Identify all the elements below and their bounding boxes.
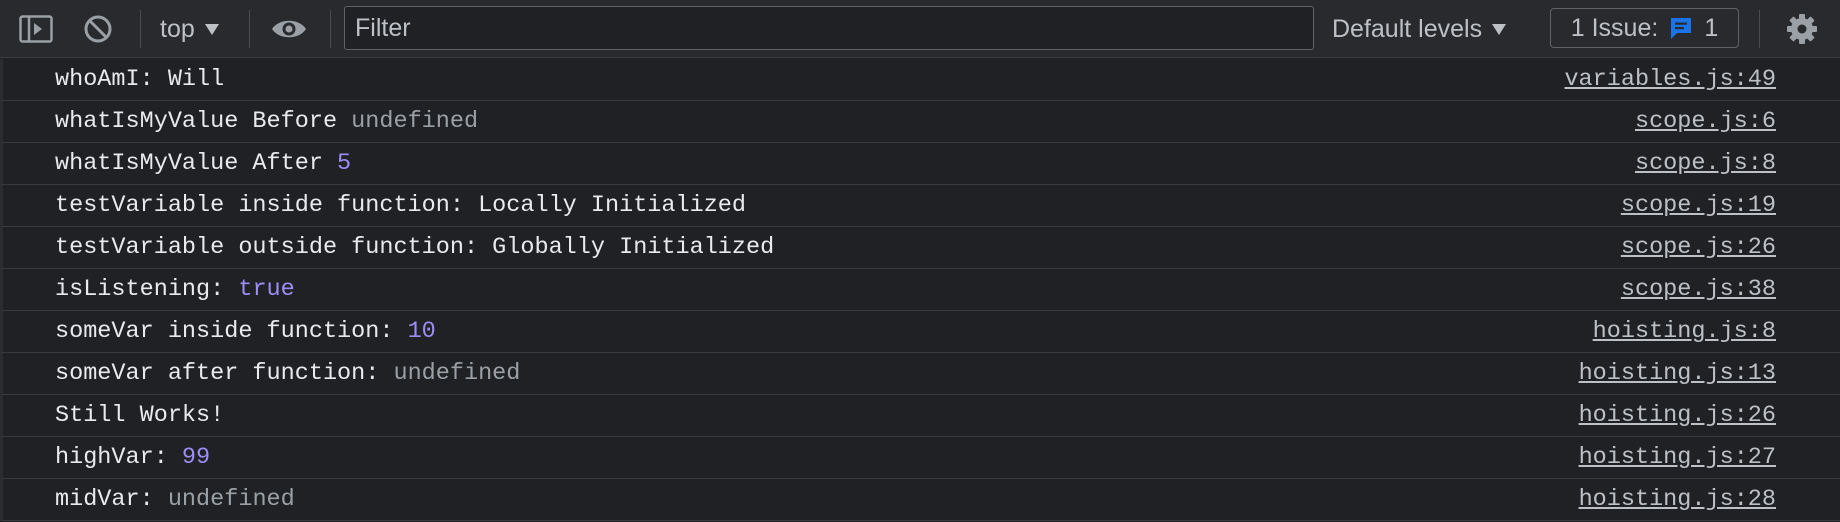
chevron-down-icon: [204, 23, 219, 35]
console-message: highVar: 99 hoisting.js:27: [0, 437, 1840, 479]
source-link[interactable]: scope.js:26: [1621, 234, 1776, 261]
message-icon: [1668, 15, 1694, 41]
log-levels-label: Default levels: [1332, 14, 1483, 43]
eye-icon[interactable]: [270, 14, 308, 44]
source-link[interactable]: scope.js:8: [1635, 150, 1776, 177]
source-link[interactable]: scope.js:6: [1635, 108, 1776, 135]
source-link[interactable]: hoisting.js:8: [1593, 318, 1776, 345]
issues-label: 1 Issue:: [1570, 13, 1659, 42]
console-message: someVar inside function: 10 hoisting.js:…: [0, 311, 1840, 353]
console-message-text: testVariable outside function: Globally …: [55, 234, 775, 261]
console-message: isListening: true scope.js:38: [0, 269, 1840, 311]
console-message: someVar after function: undefined hoisti…: [0, 353, 1840, 395]
console-message: whoAmI: Will variables.js:49: [0, 59, 1840, 101]
toolbar-divider: [1759, 10, 1760, 48]
toolbar-divider: [249, 10, 250, 48]
issues-button[interactable]: 1 Issue: 1: [1550, 8, 1739, 48]
console-message: testVariable inside function: Locally In…: [0, 185, 1840, 227]
issues-count: 1: [1704, 13, 1719, 42]
source-link[interactable]: hoisting.js:13: [1579, 360, 1776, 387]
console-message-text: isListening: true: [55, 276, 295, 303]
console-message: testVariable outside function: Globally …: [0, 227, 1840, 269]
console-message: whatIsMyValue Before undefined scope.js:…: [0, 101, 1840, 143]
source-link[interactable]: scope.js:19: [1621, 192, 1776, 219]
chevron-down-icon: [1492, 23, 1507, 35]
source-link[interactable]: scope.js:38: [1621, 276, 1776, 303]
console-message: midVar: undefined hoisting.js:28: [0, 479, 1840, 521]
context-selector[interactable]: top: [160, 0, 219, 58]
source-link[interactable]: variables.js:49: [1564, 66, 1776, 93]
log-levels-dropdown[interactable]: Default levels: [1332, 0, 1507, 58]
source-link[interactable]: hoisting.js:28: [1579, 486, 1776, 513]
toolbar-divider: [330, 10, 331, 48]
console-message-text: whoAmI: Will: [55, 66, 225, 93]
console-message-text: whatIsMyValue After 5: [55, 150, 352, 177]
console-message-text: testVariable inside function: Locally In…: [55, 192, 747, 219]
console-message-text: whatIsMyValue Before undefined: [55, 108, 479, 135]
console-toolbar: top Default levels 1 Issue: 1: [0, 0, 1840, 58]
filter-input[interactable]: [344, 6, 1314, 50]
console-message-text: midVar: undefined: [55, 486, 295, 513]
console-message: Still Works! hoisting.js:26: [0, 395, 1840, 437]
clear-console-icon[interactable]: [82, 13, 114, 45]
source-link[interactable]: hoisting.js:26: [1579, 402, 1776, 429]
context-label: top: [160, 14, 195, 43]
console-messages: whoAmI: Will variables.js:49 whatIsMyVal…: [0, 59, 1840, 521]
source-link[interactable]: hoisting.js:27: [1579, 444, 1776, 471]
console-message-text: someVar inside function: 10: [55, 318, 436, 345]
console-message-text: highVar: 99: [55, 444, 211, 471]
toolbar-divider: [140, 10, 141, 48]
console-message: whatIsMyValue After 5 scope.js:8: [0, 143, 1840, 185]
console-message-text: Still Works!: [55, 402, 225, 429]
gear-icon[interactable]: [1785, 12, 1819, 46]
console-message-text: someVar after function: undefined: [55, 360, 521, 387]
sidebar-toggle-icon[interactable]: [18, 14, 54, 44]
